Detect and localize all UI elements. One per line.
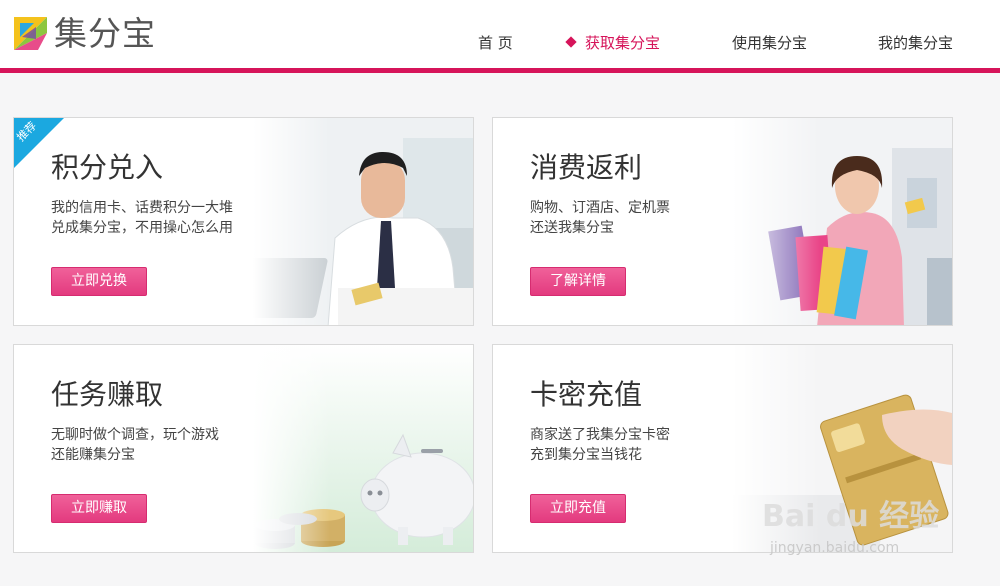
card-task-earn: 任务赚取 无聊时做个调查，玩个游戏 还能赚集分宝 立即赚取 [13, 344, 474, 553]
piggy-bank-illustration [253, 345, 473, 552]
baidu-watermark: Bai du 经验 [762, 499, 940, 534]
woman-shopping-illustration [732, 118, 952, 325]
learn-more-button[interactable]: 了解详情 [530, 267, 626, 296]
card-description: 无聊时做个调查，玩个游戏 还能赚集分宝 [51, 425, 219, 465]
card-desc-line-2: 兑成集分宝，不用操心怎么用 [51, 220, 233, 236]
card-desc-line-1: 我的信用卡、话费积分一大堆 [51, 200, 233, 216]
nav-my-points[interactable]: 我的集分宝 [878, 33, 953, 53]
card-description: 我的信用卡、话费积分一大堆 兑成集分宝，不用操心怎么用 [51, 198, 233, 238]
card-desc-line-2: 还送我集分宝 [530, 220, 614, 236]
nav-get-points[interactable]: 获取集分宝 [565, 33, 661, 53]
businessman-illustration [253, 118, 473, 325]
header-divider [0, 68, 1000, 73]
nav-use-points-label: 使用集分宝 [732, 34, 808, 52]
active-diamond-icon [565, 36, 577, 48]
baidu-watermark-url: jingyan.baidu.com [770, 540, 900, 556]
card-title: 积分兑入 [51, 151, 164, 184]
earn-now-button[interactable]: 立即赚取 [51, 494, 147, 523]
nav-home-label: 首 页 [478, 34, 513, 52]
card-desc-line-2: 充到集分宝当钱花 [530, 447, 642, 463]
card-points-exchange: 推荐 积分兑入 我的信用卡、话费积分一大堆 兑成集分宝，不用操心怎么用 立即兑换 [13, 117, 474, 326]
card-title: 消费返利 [530, 151, 643, 184]
exchange-now-button[interactable]: 立即兑换 [51, 267, 147, 296]
recharge-now-button[interactable]: 立即充值 [530, 494, 626, 523]
card-desc-line-1: 购物、订酒店、定机票 [530, 200, 670, 216]
nav-my-points-label: 我的集分宝 [878, 34, 954, 52]
card-desc-line-1: 商家送了我集分宝卡密 [530, 427, 670, 443]
card-title: 卡密充值 [530, 378, 643, 411]
top-header: 集分宝 首 页 获取集分宝 使用集分宝 我的集分宝 [0, 0, 1000, 68]
logo-text[interactable]: 集分宝 [54, 14, 156, 54]
card-description: 商家送了我集分宝卡密 充到集分宝当钱花 [530, 425, 670, 465]
card-desc-line-2: 还能赚集分宝 [51, 447, 135, 463]
card-description: 购物、订酒店、定机票 还送我集分宝 [530, 198, 670, 238]
card-desc-line-1: 无聊时做个调查，玩个游戏 [51, 427, 219, 443]
card-shopping-rebate: 消费返利 购物、订酒店、定机票 还送我集分宝 了解详情 [492, 117, 953, 326]
nav-home[interactable]: 首 页 [478, 33, 513, 53]
logo-icon[interactable] [14, 17, 47, 50]
nav-get-points-label: 获取集分宝 [585, 34, 661, 52]
card-title: 任务赚取 [51, 378, 164, 411]
nav-use-points[interactable]: 使用集分宝 [732, 33, 807, 53]
